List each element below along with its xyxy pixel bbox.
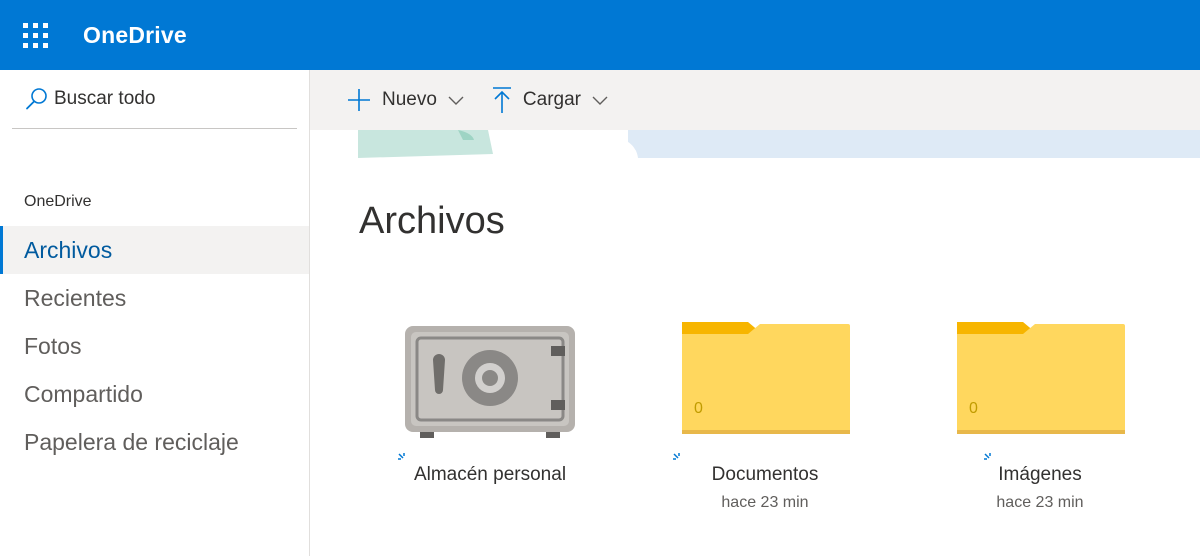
- folder-icon: [682, 322, 850, 434]
- header-banner-illustration: [358, 130, 1200, 158]
- command-bar: Nuevo Cargar: [310, 70, 1200, 130]
- sidebar-item-label: Papelera de reciclaje: [24, 428, 239, 455]
- upload-button-label: Cargar: [522, 89, 581, 110]
- main-content: Nuevo Cargar Archivos Almacén personal 0…: [310, 70, 1200, 556]
- folder-item-count: 0: [969, 400, 978, 417]
- tile-modified-time: hace 23 min: [721, 494, 809, 511]
- chevron-down-icon: [592, 96, 608, 105]
- sidebar-item-label: Archivos: [24, 236, 113, 263]
- new-button[interactable]: Nuevo: [346, 78, 465, 122]
- file-tile-vault[interactable]: Almacén personal: [385, 316, 595, 516]
- top-bar: OneDrive: [0, 0, 1200, 70]
- file-tile-imagenes[interactable]: 0 Imágenes hace 23 min: [935, 316, 1145, 516]
- chevron-down-icon: [448, 96, 464, 105]
- sidebar-item-archivos[interactable]: Archivos: [0, 226, 309, 274]
- upload-arrow-icon: [492, 87, 511, 113]
- sidebar-item-papelera[interactable]: Papelera de reciclaje: [0, 418, 309, 466]
- search-box[interactable]: [12, 70, 297, 129]
- sidebar-item-compartido[interactable]: Compartido: [0, 370, 309, 418]
- folder-icon: [957, 322, 1125, 434]
- sidebar-nav: Archivos Recientes Fotos Compartido Pape…: [0, 226, 309, 466]
- sidebar-item-label: Fotos: [24, 332, 82, 359]
- plus-icon: [348, 89, 370, 111]
- upload-button[interactable]: Cargar: [491, 78, 609, 122]
- new-button-label: Nuevo: [382, 89, 437, 110]
- folder-item-count: 0: [694, 400, 703, 417]
- app-title[interactable]: OneDrive: [83, 22, 187, 49]
- app-launcher-button[interactable]: [0, 0, 70, 70]
- sidebar-item-recientes[interactable]: Recientes: [0, 274, 309, 322]
- tile-name: Documentos: [711, 464, 819, 485]
- search-icon: [26, 88, 47, 110]
- file-tile-documentos[interactable]: 0 Documentos hace 23 min: [660, 316, 870, 516]
- sidebar-item-label: Compartido: [24, 380, 143, 407]
- vault-icon: [405, 326, 575, 438]
- nav-section-title: OneDrive: [24, 193, 92, 210]
- waffle-icon: [22, 22, 48, 48]
- sidebar-item-fotos[interactable]: Fotos: [0, 322, 309, 370]
- page-title: Archivos: [359, 200, 505, 242]
- tile-name: Imágenes: [998, 464, 1082, 485]
- tile-modified-time: hace 23 min: [996, 494, 1084, 511]
- sidebar: OneDrive Archivos Recientes Fotos Compar…: [0, 70, 310, 556]
- tile-name: Almacén personal: [413, 464, 567, 485]
- sidebar-item-label: Recientes: [24, 284, 127, 311]
- search-input[interactable]: [52, 87, 286, 111]
